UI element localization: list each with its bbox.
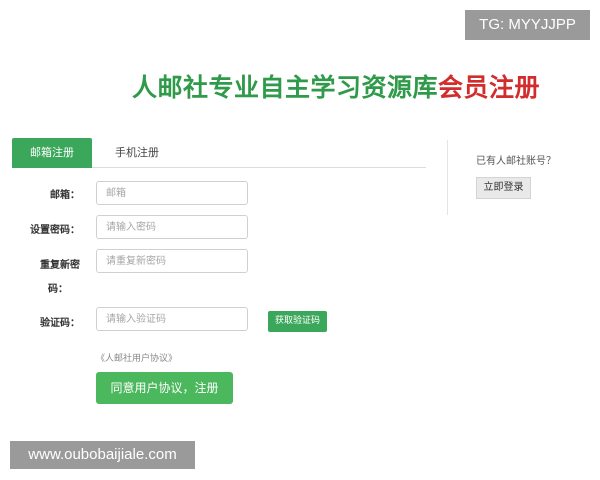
confirm-password-label-line1: 重复新密	[40, 260, 80, 271]
has-account-text: 已有人邮社账号？	[476, 156, 556, 167]
page-title: 人邮社专业自主学习资源库会员注册	[132, 68, 540, 104]
login-now-button[interactable]: 立即登录	[476, 177, 531, 199]
tab-email-register[interactable]: 邮箱注册	[12, 138, 92, 168]
registration-tab-bar: 邮箱注册 手机注册	[12, 138, 426, 168]
captcha-label: 验证码：	[40, 318, 80, 329]
tab-phone-register[interactable]: 手机注册	[115, 138, 159, 168]
user-agreement-link[interactable]: 《人邮社用户协议》	[96, 351, 177, 364]
email-label: 邮箱：	[50, 190, 80, 201]
email-input[interactable]	[96, 181, 248, 205]
tg-contact-badge: TG: MYYJJPP	[465, 10, 590, 40]
get-code-button[interactable]: 获取验证码	[268, 311, 327, 332]
watermark-url: www.oubobaijiale.com	[10, 441, 195, 469]
confirm-password-label-line2: 码：	[48, 284, 68, 295]
page-title-accent: 会员注册	[438, 73, 541, 102]
vertical-divider	[447, 140, 448, 215]
page-title-main: 人邮社专业自主学习资源库	[132, 73, 439, 102]
password-label: 设置密码：	[30, 225, 80, 236]
agree-and-register-button[interactable]: 同意用户协议，注册	[96, 372, 233, 404]
captcha-input[interactable]	[96, 307, 248, 331]
password-input[interactable]	[96, 215, 248, 239]
confirm-password-input[interactable]	[96, 249, 248, 273]
